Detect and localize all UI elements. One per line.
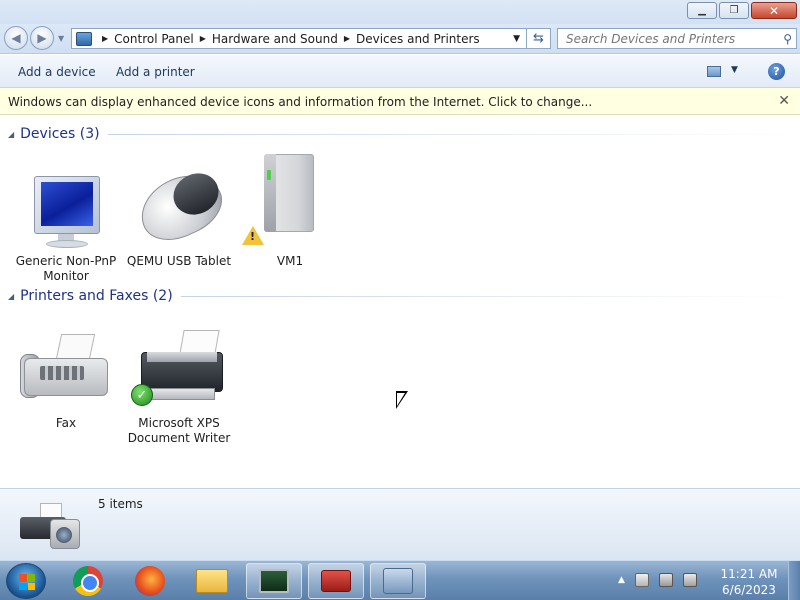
firefox-icon [135,566,165,596]
taskbar-toolbox[interactable] [308,563,364,599]
navigation-bar: ◀ ▶ ▼ ▶ Control Panel ▶ Hardware and Sou… [0,24,800,54]
minimize-icon: ▁ [698,5,706,16]
collapse-group-icon[interactable]: ◢ [8,292,14,301]
taskbar-explorer[interactable] [184,563,240,599]
close-info-bar-icon[interactable]: ✕ [778,93,790,109]
forward-arrow-icon: ▶ [37,31,47,45]
system-tray: ▲ [618,573,697,587]
breadcrumb-separator-icon[interactable]: ▶ [200,34,206,43]
device-label: VM1 [276,254,304,268]
action-center-flag-icon[interactable] [634,573,649,587]
taskbar-chrome[interactable] [60,563,116,599]
group-divider [107,133,794,135]
device-label: QEMU USB Tablet [126,254,232,268]
item-count: 5 items [98,497,143,511]
search-box[interactable]: ⚲ [557,28,797,49]
taskbar-firefox[interactable] [122,563,178,599]
close-button[interactable]: ✕ [751,2,797,19]
monitor-icon [18,164,114,250]
collapse-group-icon[interactable]: ◢ [8,130,14,139]
device-label: Generic Non-PnP Monitor [15,254,117,283]
toolbox-icon [321,570,351,592]
printer-label: Fax [55,416,77,430]
restore-icon: ❐ [729,5,739,16]
printers-group-title: Printers and Faxes (2) [20,288,173,304]
restore-button[interactable]: ❐ [719,2,749,19]
view-options-dropdown-icon[interactable]: ▼ [731,65,738,75]
chrome-icon [73,566,103,596]
performance-monitor-icon [259,569,289,593]
network-icon[interactable] [658,573,673,587]
title-bar: ▁ ❐ ✕ [0,0,800,24]
refresh-button[interactable]: ⇆ [527,28,551,49]
taskbar: ▲ 11:21 AM 6/6/2023 [0,560,800,600]
windows-logo-icon [19,574,35,590]
address-bar[interactable]: ▶ Control Panel ▶ Hardware and Sound ▶ D… [71,28,527,49]
taskbar-devices-printers[interactable] [370,563,426,599]
clock-date: 6/6/2023 [722,583,776,597]
fax-icon [18,326,114,412]
command-bar: Add a device Add a printer ▼ ? [0,55,800,88]
mouse-cursor-icon [396,391,408,409]
window-controls: ▁ ❐ ✕ [687,2,797,19]
mouse-icon [130,162,232,252]
add-printer-button[interactable]: Add a printer [116,65,195,79]
printer-fax[interactable]: Fax [11,326,121,431]
forward-button[interactable]: ▶ [30,26,54,50]
explorer-icon [196,569,228,593]
start-button[interactable] [6,563,46,599]
details-pane: 5 items [0,488,800,560]
search-input[interactable] [566,31,766,46]
info-bar-message[interactable]: Windows can display enhanced device icon… [8,95,592,109]
printers-group-header[interactable]: ◢ Printers and Faxes (2) [8,288,794,304]
device-qemu-usb-tablet[interactable]: QEMU USB Tablet [124,162,234,269]
minimize-button[interactable]: ▁ [687,2,717,19]
devices-printers-icon [383,568,413,594]
default-printer-check-icon: ✓ [131,384,153,406]
printer-label: Microsoft XPS Document Writer [127,416,231,445]
breadcrumb-control-panel[interactable]: Control Panel [114,32,194,46]
close-icon: ✕ [768,3,780,18]
info-bar[interactable]: Windows can display enhanced device icon… [0,88,800,115]
add-device-button[interactable]: Add a device [18,65,96,79]
back-button[interactable]: ◀ [4,26,28,50]
back-arrow-icon: ◀ [11,31,21,45]
taskbar-performance-monitor[interactable] [246,563,302,599]
device-vm1[interactable]: ! VM1 [235,150,345,269]
printer-icon: ✓ [131,326,227,412]
control-panel-icon [76,31,92,46]
help-icon[interactable]: ? [768,63,785,80]
show-hidden-icons-icon[interactable]: ▲ [618,575,625,585]
device-generic-monitor[interactable]: Generic Non-PnP Monitor [11,164,121,284]
change-view-icon[interactable] [707,66,721,77]
address-dropdown-icon[interactable]: ▼ [513,34,520,44]
search-icon[interactable]: ⚲ [783,32,792,46]
breadcrumb-separator-icon[interactable]: ▶ [102,34,108,43]
show-desktop-button[interactable] [788,561,800,600]
computer-icon: ! [242,150,338,250]
devices-and-printers-icon [18,497,80,553]
devices-group-header[interactable]: ◢ Devices (3) [8,126,794,142]
refresh-icon: ⇆ [533,31,544,46]
printer-microsoft-xps[interactable]: ✓ Microsoft XPS Document Writer [124,326,234,446]
breadcrumb-separator-icon[interactable]: ▶ [344,34,350,43]
group-divider [180,295,794,297]
breadcrumb-devices-and-printers[interactable]: Devices and Printers [356,32,480,46]
clock-time: 11:21 AM [720,567,778,581]
recent-pages-dropdown[interactable]: ▼ [58,34,64,43]
devices-group-title: Devices (3) [20,126,100,142]
clock[interactable]: 11:21 AM 6/6/2023 [712,566,786,598]
volume-muted-icon[interactable] [682,573,697,587]
breadcrumb-hardware-and-sound[interactable]: Hardware and Sound [212,32,338,46]
